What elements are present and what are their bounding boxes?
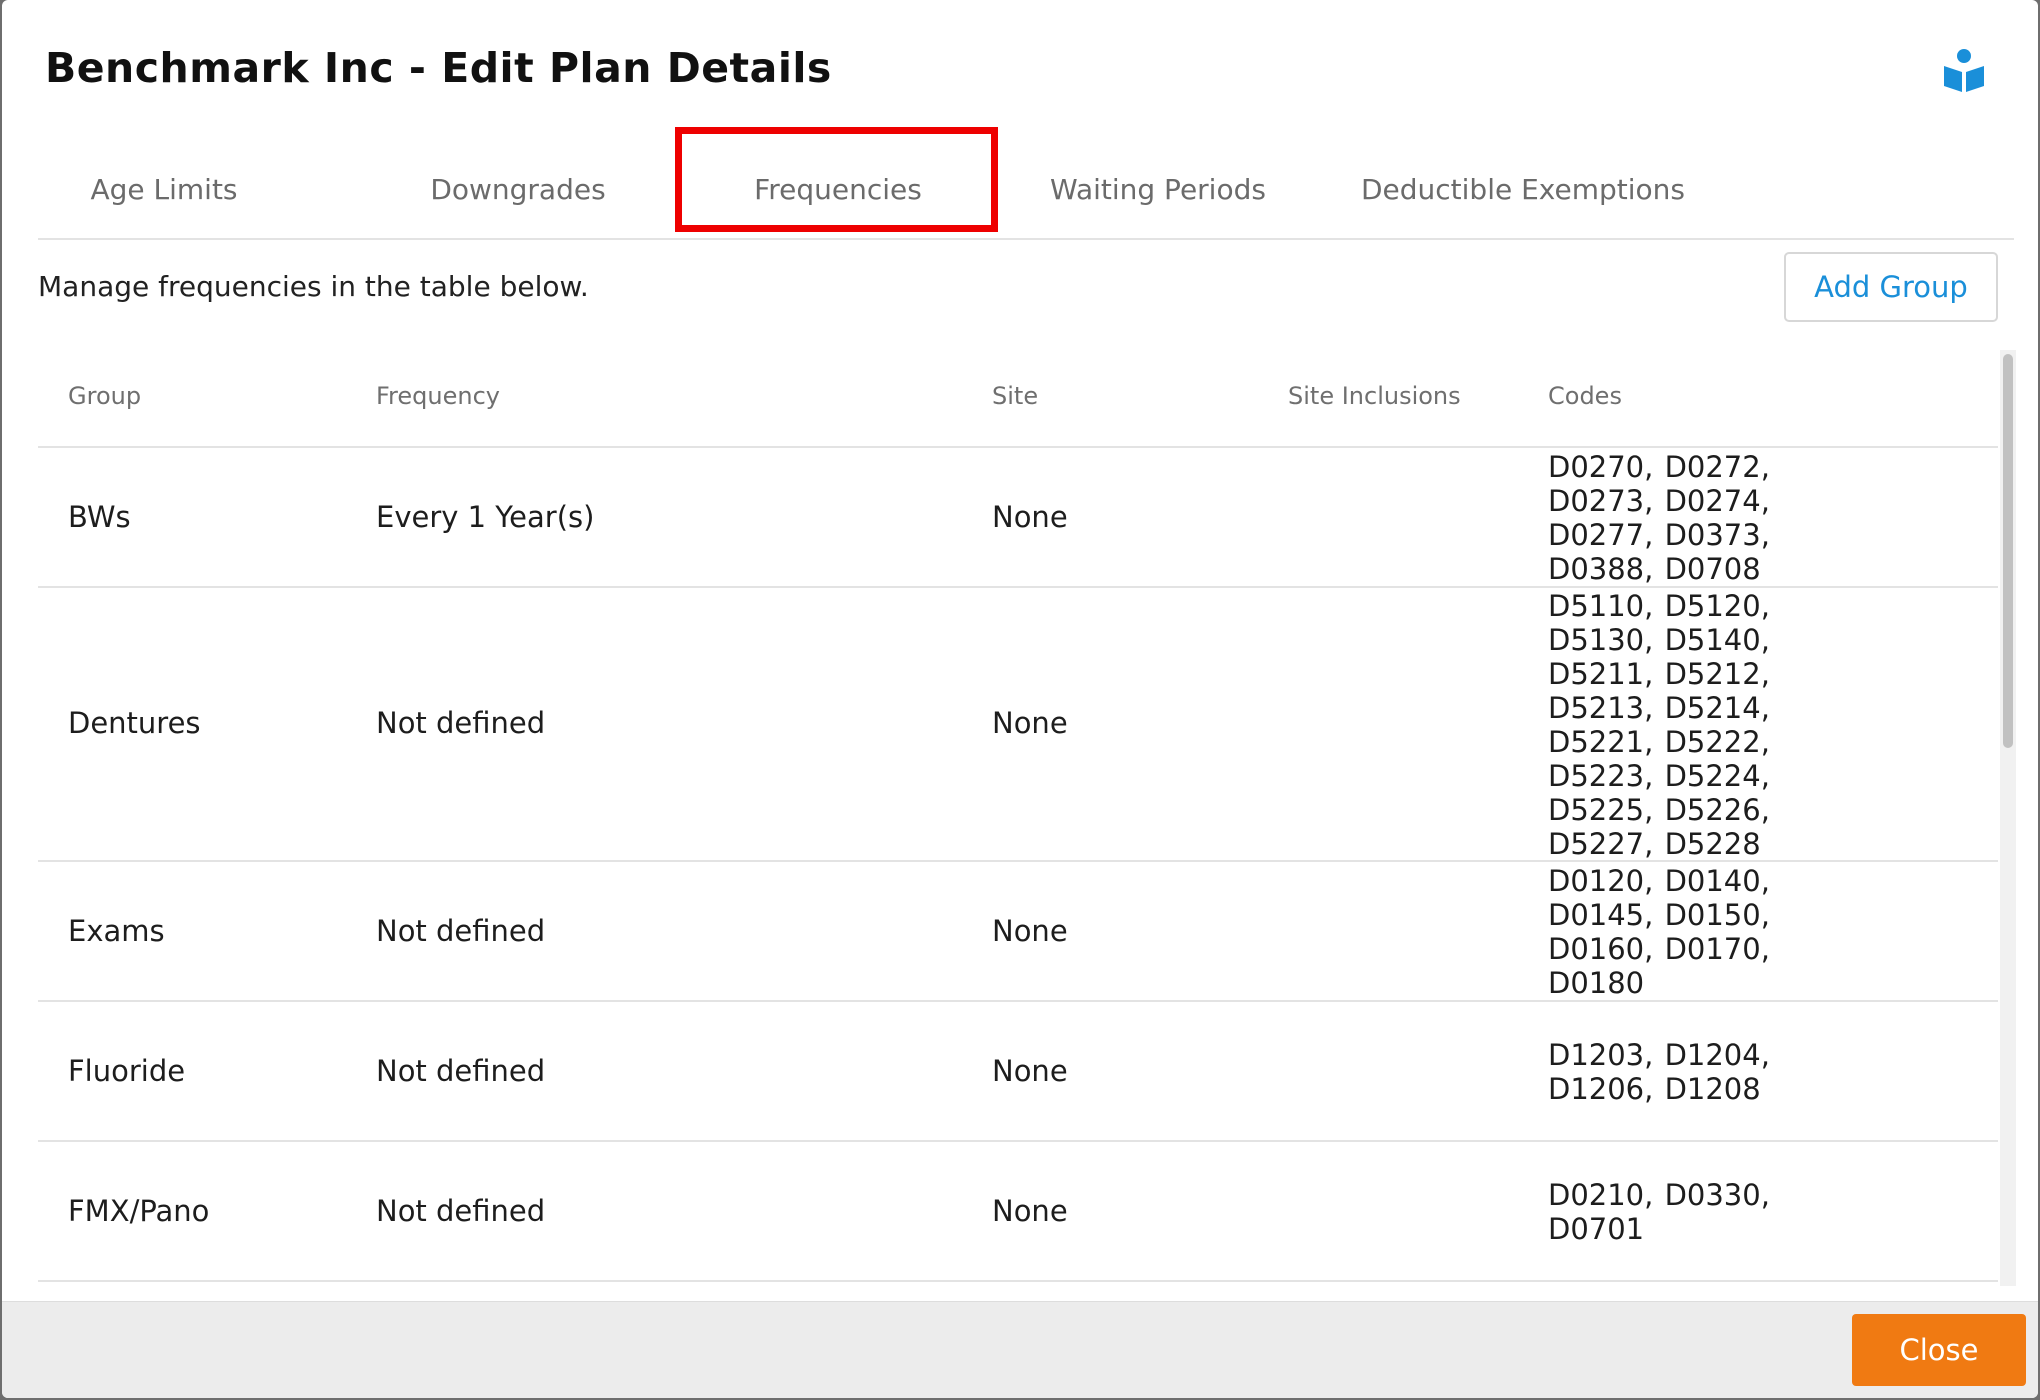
cell-frequency: Every 1 Year(s)	[376, 500, 595, 534]
table-row[interactable]: Exams Not defined None D0120, D0140, D01…	[38, 862, 1998, 1002]
dialog-header: Benchmark Inc - Edit Plan Details	[2, 0, 2038, 140]
frequencies-table: Group Frequency Site Site Inclusions Cod…	[38, 350, 1998, 1286]
column-header-site[interactable]: Site	[992, 382, 1038, 410]
tab-waiting-periods[interactable]: Waiting Periods	[998, 128, 1318, 238]
cell-codes: D0270, D0272, D0273, D0274, D0277, D0373…	[1548, 450, 1770, 586]
cell-codes: D0120, D0140, D0145, D0150, D0160, D0170…	[1548, 864, 1770, 1000]
dialog-footer: Close	[2, 1301, 2038, 1398]
table-row[interactable]: Dentures Not defined None D5110, D5120, …	[38, 588, 1998, 862]
cell-group: BWs	[68, 500, 131, 534]
cell-codes: D5110, D5120, D5130, D5140, D5211, D5212…	[1548, 589, 1770, 861]
cell-group: Exams	[68, 914, 165, 948]
table-row[interactable]: FMX/Pano Not defined None D0210, D0330, …	[38, 1142, 1998, 1282]
table-scrollbar[interactable]	[2000, 350, 2016, 1286]
table-header: Group Frequency Site Site Inclusions Cod…	[38, 350, 1998, 448]
column-header-site-inclusions[interactable]: Site Inclusions	[1288, 382, 1461, 410]
instructions-text: Manage frequencies in the table below.	[38, 270, 589, 303]
cell-frequency: Not defined	[376, 706, 546, 740]
table-row[interactable]: Fluoride Not defined None D1203, D1204, …	[38, 1002, 1998, 1142]
dialog-title: Benchmark Inc - Edit Plan Details	[45, 44, 832, 92]
tab-age-limits[interactable]: Age Limits	[38, 128, 290, 238]
cell-frequency: Not defined	[376, 914, 546, 948]
cell-site: None	[992, 914, 1068, 948]
column-header-codes[interactable]: Codes	[1548, 382, 1622, 410]
cell-group: FMX/Pano	[68, 1194, 210, 1228]
cell-site: None	[992, 1194, 1068, 1228]
close-button[interactable]: Close	[1852, 1314, 2026, 1386]
cell-codes: D1203, D1204, D1206, D1208	[1548, 1038, 1770, 1106]
table-row[interactable]: BWs Every 1 Year(s) None D0270, D0272, D…	[38, 448, 1998, 588]
tab-downgrades[interactable]: Downgrades	[358, 128, 678, 238]
cell-site: None	[992, 500, 1068, 534]
help-book-icon[interactable]	[1942, 48, 1986, 94]
cell-site: None	[992, 706, 1068, 740]
tab-deductible-exemptions[interactable]: Deductible Exemptions	[1318, 128, 1728, 238]
cell-codes: D0210, D0330, D0701	[1548, 1178, 1770, 1246]
column-header-group[interactable]: Group	[68, 382, 141, 410]
cell-frequency: Not defined	[376, 1054, 546, 1088]
table-body: BWs Every 1 Year(s) None D0270, D0272, D…	[38, 448, 1998, 1282]
edit-plan-details-dialog: Benchmark Inc - Edit Plan Details Age Li…	[2, 0, 2038, 1398]
column-header-frequency[interactable]: Frequency	[376, 382, 500, 410]
cell-site: None	[992, 1054, 1068, 1088]
cell-group: Fluoride	[68, 1054, 186, 1088]
cell-frequency: Not defined	[376, 1194, 546, 1228]
add-group-button[interactable]: Add Group	[1784, 252, 1998, 322]
tab-frequencies[interactable]: Frequencies	[678, 128, 998, 238]
tab-bar: Age Limits Downgrades Frequencies Waitin…	[38, 128, 2014, 240]
cell-group: Dentures	[68, 706, 201, 740]
scrollbar-thumb[interactable]	[2003, 354, 2013, 748]
